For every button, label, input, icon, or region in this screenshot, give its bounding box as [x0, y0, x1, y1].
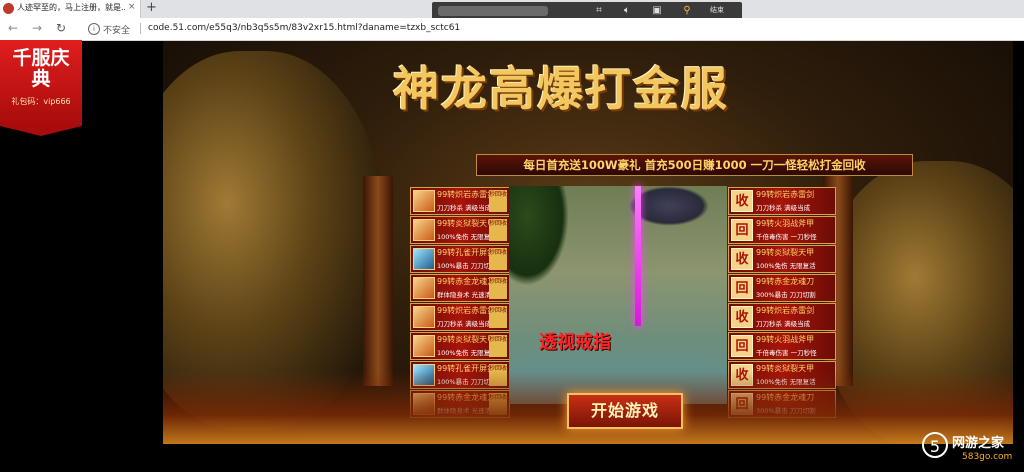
item-icon: [413, 306, 435, 328]
volume-icon[interactable]: 🔈︎: [620, 4, 634, 18]
recycle-button[interactable]: 收: [731, 306, 753, 328]
watermark-logo: 5: [922, 432, 948, 458]
item-desc: 刀刀秒杀 满级当成: [756, 320, 811, 328]
promo-text: 每日首充送100W豪礼 首充500日赚1000 一刀一怪轻松打金回收: [523, 158, 866, 172]
tab-title: 人迹罕至的，马上注册，就是...: [17, 3, 125, 12]
game-promo: 神龙高爆打金服 每日首充送100W豪礼 首充500日赚1000 一刀一怪轻松打金…: [163, 41, 1013, 444]
item-name: 99转炎狱裂天甲: [437, 219, 496, 228]
right-item-row[interactable]: 回 99转火羽战斧甲 千倍毒伤害 一刀秒怪: [728, 216, 836, 244]
left-item-row[interactable]: 99转孔雀开屏剑 100%暴击 刀刀切割秒回收: [410, 245, 510, 273]
recycle-button[interactable]: 秒回收: [489, 277, 507, 299]
item-desc: 刀刀秒杀 满级当成: [756, 204, 811, 212]
item-desc: 100%暴击 刀刀切割: [437, 262, 497, 270]
item-name: 99转炽岩赤雷剑: [756, 306, 815, 315]
left-item-row[interactable]: 99转炎狱裂天甲 100%免伤 无限复活 秒回收: [410, 332, 510, 360]
item-desc: 刀刀秒杀 满级当成: [437, 320, 492, 328]
right-item-row[interactable]: 回 99转火羽战斧甲 千倍毒伤害 一刀秒怪: [728, 332, 836, 360]
window-icon[interactable]: ▣: [650, 4, 664, 18]
info-icon[interactable]: i: [88, 23, 100, 35]
tab-close-icon[interactable]: ×: [128, 2, 136, 12]
item-desc: 100%免伤 无限复活: [756, 262, 816, 270]
divider: [140, 23, 141, 34]
start-game-button[interactable]: 开始游戏: [567, 393, 683, 429]
left-item-row[interactable]: 99转赤金龙魂刀群体隐身术 光速清图秒回收: [410, 274, 510, 302]
pin-icon[interactable]: ⚲: [680, 4, 694, 18]
left-item-row[interactable]: 99转炎狱裂天甲 100%免伤 无限复活 秒回收: [410, 216, 510, 244]
light-beam: [635, 186, 641, 326]
site-watermark: 5 网游之家 583go.com: [922, 430, 1022, 470]
palm-tree: [509, 186, 569, 286]
badge-title: 千服庆典: [12, 47, 70, 90]
blurred-region: [438, 6, 548, 16]
recycle-button[interactable]: 收: [731, 190, 753, 212]
forward-icon[interactable]: →: [32, 21, 42, 35]
item-name: 99转火羽战斧甲: [756, 335, 815, 344]
right-item-row[interactable]: 收99转炎狱裂天甲 100%免伤 无限复活: [728, 245, 836, 273]
right-item-row[interactable]: 收 99转炽岩赤雷剑 刀刀秒杀 满级当成: [728, 187, 836, 215]
recycle-button[interactable]: 秒回收: [489, 306, 507, 328]
promo-banner: 每日首充送100W豪礼 首充500日赚1000 一刀一怪轻松打金回收: [476, 154, 913, 176]
recycle-button[interactable]: 秒回收: [489, 248, 507, 270]
capture-icon[interactable]: ⌗: [592, 4, 606, 18]
celebration-badge[interactable]: 千服庆典 礼包码：vip666: [0, 40, 82, 136]
item-icon: [413, 335, 435, 357]
recycle-button[interactable]: 秒回收: [489, 190, 507, 212]
recycle-button[interactable]: 回: [731, 335, 753, 357]
item-name: 99转火羽战斧甲: [756, 219, 815, 228]
site-favicon-icon: [3, 3, 14, 14]
item-name: 99转炽岩赤雷剑: [756, 190, 815, 199]
item-name: 99转炎狱裂天甲: [756, 248, 815, 257]
rock: [629, 186, 709, 226]
recycle-button[interactable]: 秒回收: [489, 219, 507, 241]
left-item-row[interactable]: 99转炽岩赤雷剑 刀刀秒杀 满级当成 秒回收: [410, 303, 510, 331]
item-desc: 100%免伤 无限复活: [437, 233, 497, 241]
recycle-button[interactable]: 回: [731, 219, 753, 241]
left-pillar: [363, 176, 393, 386]
item-desc: 300%暴击 刀刀切割: [756, 291, 816, 299]
scene-caption: 透视戒指: [539, 332, 611, 353]
item-icon: [413, 248, 435, 270]
end-button[interactable]: 结束: [710, 5, 724, 15]
security-label[interactable]: 不安全: [103, 23, 130, 36]
new-tab-button[interactable]: +: [146, 0, 157, 15]
item-desc: 千倍毒伤害 一刀秒怪: [756, 349, 817, 357]
item-name: 99转炎狱裂天甲: [437, 335, 496, 344]
item-icon: [413, 190, 435, 212]
url-field[interactable]: code.51.com/e55q3/nb3q5s5m/83v2xr15.html…: [148, 23, 460, 33]
game-title: 神龙高爆打金服: [393, 62, 729, 116]
item-desc: 100%免伤 无限复活: [437, 349, 497, 357]
right-item-row[interactable]: 回99转赤金龙魂刀 300%暴击 刀刀切割: [728, 274, 836, 302]
item-desc: 千倍毒伤害 一刀秒怪: [756, 233, 817, 241]
recycle-button[interactable]: 收: [731, 248, 753, 270]
left-item-row[interactable]: 99转炽岩赤雷剑 刀刀秒杀 满级当成 秒回收: [410, 187, 510, 215]
gift-code: 礼包码：vip666: [11, 97, 71, 106]
item-icon: [413, 219, 435, 241]
watermark-text: 网游之家: [952, 436, 1005, 451]
recycle-button[interactable]: 秒回收: [489, 335, 507, 357]
item-name: 99转赤金龙魂刀: [437, 277, 496, 286]
reload-icon[interactable]: ↻: [56, 21, 66, 35]
back-icon[interactable]: ←: [8, 21, 18, 35]
browser-tab[interactable]: 人迹罕至的，马上注册，就是... ×: [0, 0, 141, 18]
item-desc: 刀刀秒杀 满级当成: [437, 204, 492, 212]
right-item-row[interactable]: 收 99转炽岩赤雷剑 刀刀秒杀 满级当成: [728, 303, 836, 331]
item-name: 99转炽岩赤雷剑: [437, 306, 496, 315]
item-name: 99转炽岩赤雷剑: [437, 190, 496, 199]
address-bar: ← → ↻ i 不安全 code.51.com/e55q3/nb3q5s5m/8…: [0, 18, 1024, 41]
item-icon: [413, 277, 435, 299]
item-name: 99转赤金龙魂刀: [756, 277, 815, 286]
item-name: 99转孔雀开屏剑: [437, 248, 496, 257]
watermark-url: 583go.com: [962, 452, 1013, 462]
recycle-button[interactable]: 回: [731, 277, 753, 299]
